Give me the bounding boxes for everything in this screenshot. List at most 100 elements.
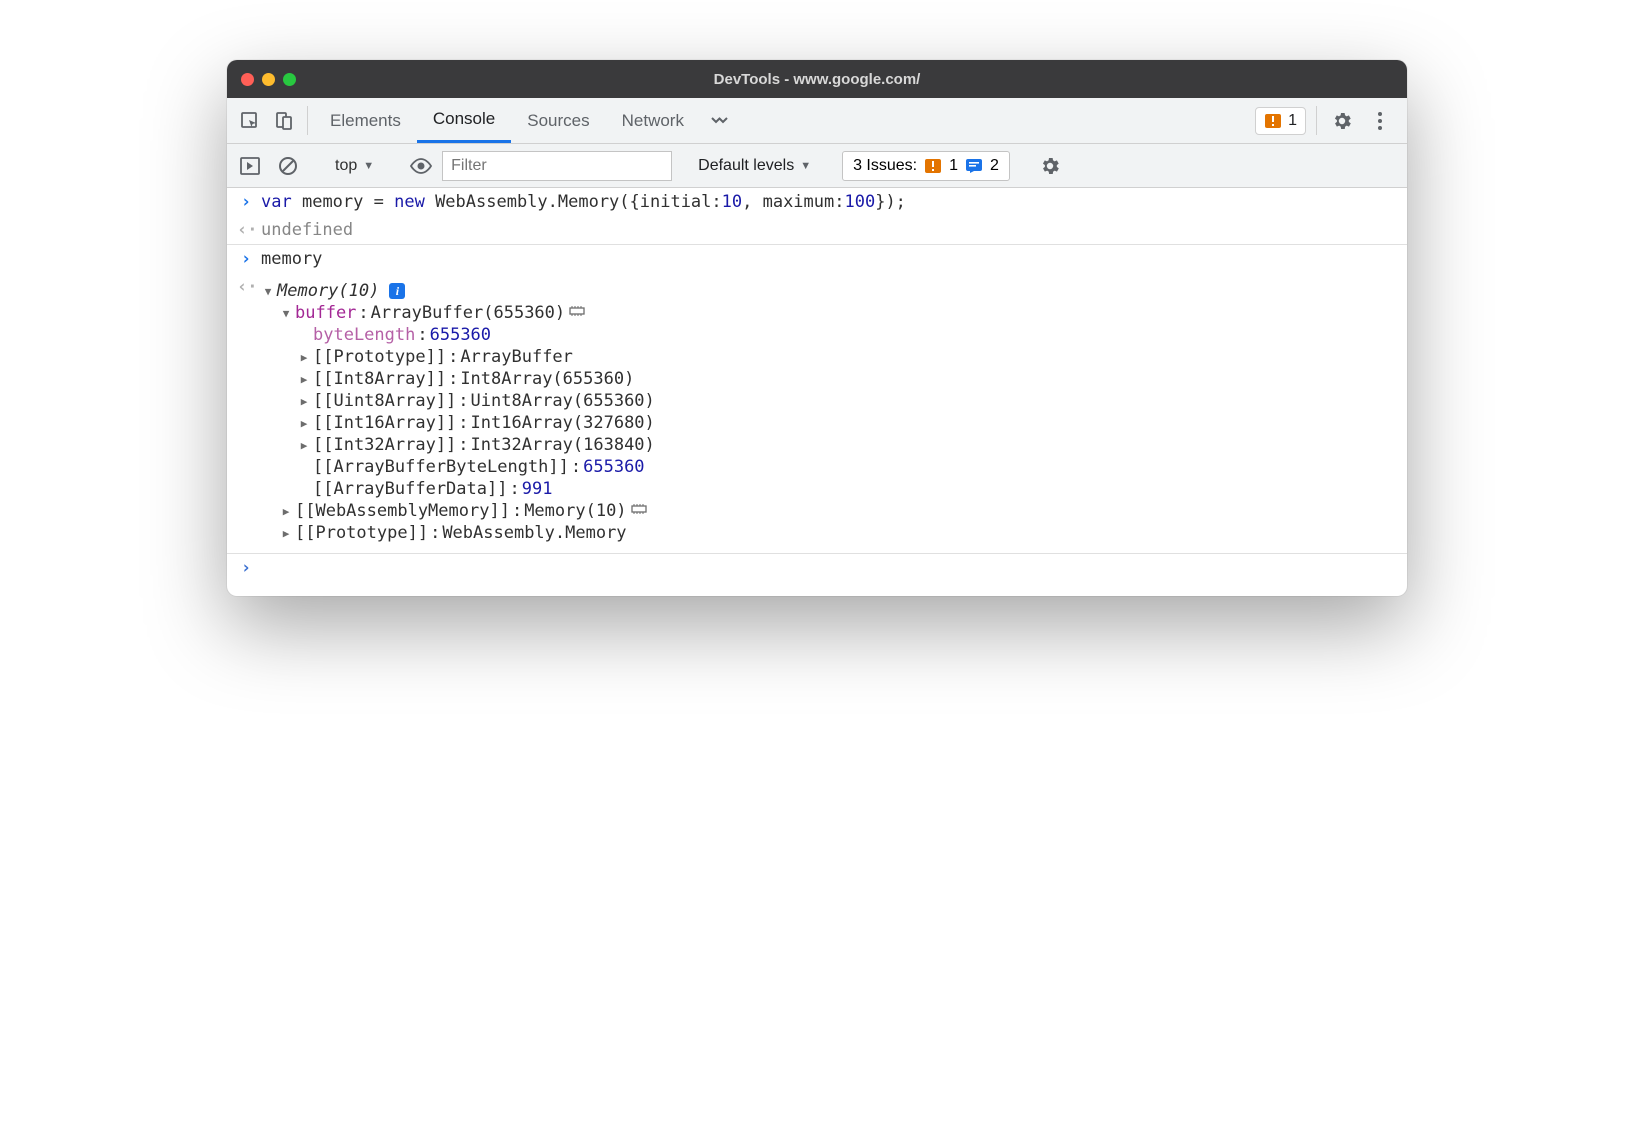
levels-label: Default levels bbox=[698, 157, 794, 175]
input-prompt-icon: › bbox=[237, 558, 255, 578]
property-key: [[Prototype]] bbox=[313, 347, 446, 367]
divider bbox=[1316, 106, 1317, 135]
property-key: [[Int32Array]] bbox=[313, 435, 456, 455]
close-button[interactable] bbox=[241, 73, 254, 86]
property-value: Uint8Array(655360) bbox=[471, 391, 655, 411]
object-property[interactable]: [[Int8Array]]: Int8Array(655360) bbox=[261, 369, 655, 389]
main-tabs-row: Elements Console Sources Network 1 bbox=[227, 98, 1407, 144]
expand-triangle-icon[interactable] bbox=[297, 395, 311, 408]
console-output-row: ‹⋅ Memory(10) i buffer: ArrayBuffer(6553… bbox=[227, 273, 1407, 554]
issues-label: 3 Issues: bbox=[853, 157, 917, 175]
property-value: WebAssembly.Memory bbox=[442, 523, 626, 543]
expand-triangle-icon[interactable] bbox=[297, 373, 311, 386]
console-settings-icon[interactable] bbox=[1031, 155, 1069, 177]
maximize-button[interactable] bbox=[283, 73, 296, 86]
output-arrow-icon: ‹⋅ bbox=[237, 220, 255, 240]
titlebar: DevTools - www.google.com/ bbox=[227, 60, 1407, 98]
property-key: [[ArrayBufferData]] bbox=[313, 479, 507, 499]
property-value: Memory(10) bbox=[524, 501, 626, 521]
memory-inspector-icon[interactable] bbox=[631, 503, 647, 519]
output-arrow-icon: ‹⋅ bbox=[237, 277, 255, 297]
warning-icon bbox=[925, 159, 941, 173]
expand-triangle-icon[interactable] bbox=[261, 285, 275, 298]
property-key: [[Uint8Array]] bbox=[313, 391, 456, 411]
console-input-row: › memory bbox=[227, 245, 1407, 273]
issues-warn-count: 1 bbox=[949, 157, 958, 175]
settings-icon[interactable] bbox=[1323, 98, 1361, 143]
property-value: 655360 bbox=[583, 457, 644, 477]
object-tree[interactable]: Memory(10) i buffer: ArrayBuffer(655360)… bbox=[261, 277, 655, 549]
console-code[interactable]: var memory = new WebAssembly.Memory({ini… bbox=[261, 192, 906, 212]
property-value: Int32Array(163840) bbox=[471, 435, 655, 455]
property-value: ArrayBuffer(655360) bbox=[371, 303, 565, 323]
filter-input[interactable] bbox=[442, 151, 672, 181]
object-property[interactable]: [[Prototype]]: ArrayBuffer bbox=[261, 347, 655, 367]
console-input-row: › var memory = new WebAssembly.Memory({i… bbox=[227, 188, 1407, 216]
chevron-down-icon: ▼ bbox=[363, 160, 374, 172]
object-property[interactable]: [[Prototype]]: WebAssembly.Memory bbox=[261, 523, 655, 543]
object-property[interactable]: [[Uint8Array]]: Uint8Array(655360) bbox=[261, 391, 655, 411]
tab-sources[interactable]: Sources bbox=[511, 98, 605, 143]
log-levels-selector[interactable]: Default levels ▼ bbox=[688, 151, 821, 181]
property-key: [[ArrayBufferByteLength]] bbox=[313, 457, 569, 477]
warnings-count: 1 bbox=[1288, 112, 1297, 130]
expand-triangle-icon[interactable] bbox=[297, 351, 311, 364]
tab-elements[interactable]: Elements bbox=[314, 98, 417, 143]
info-icon[interactable]: i bbox=[389, 283, 405, 299]
minimize-button[interactable] bbox=[262, 73, 275, 86]
more-tabs-icon[interactable] bbox=[700, 98, 738, 143]
expand-triangle-icon[interactable] bbox=[279, 307, 293, 320]
toggle-sidebar-icon[interactable] bbox=[233, 149, 267, 183]
property-key: [[WebAssemblyMemory]] bbox=[295, 501, 510, 521]
window-title: DevTools - www.google.com/ bbox=[227, 71, 1407, 88]
object-property[interactable]: buffer: ArrayBuffer(655360) bbox=[261, 303, 655, 323]
object-property[interactable]: [[WebAssemblyMemory]]: Memory(10) bbox=[261, 501, 655, 521]
property-key: buffer bbox=[295, 303, 356, 323]
more-options-icon[interactable] bbox=[1361, 98, 1399, 143]
console-output-row: ‹⋅ undefined bbox=[227, 216, 1407, 245]
memory-inspector-icon[interactable] bbox=[569, 305, 585, 321]
input-prompt-icon: › bbox=[237, 249, 255, 269]
warnings-badge[interactable]: 1 bbox=[1255, 107, 1306, 135]
console-prompt-row[interactable]: › bbox=[227, 554, 1407, 596]
context-label: top bbox=[335, 157, 357, 175]
clear-console-icon[interactable] bbox=[271, 149, 305, 183]
object-property[interactable]: byteLength: 655360 bbox=[261, 325, 655, 345]
console-body: › var memory = new WebAssembly.Memory({i… bbox=[227, 188, 1407, 596]
divider bbox=[307, 106, 308, 135]
chevron-down-icon: ▼ bbox=[800, 160, 811, 172]
live-expression-icon[interactable] bbox=[404, 158, 438, 174]
issues-info-count: 2 bbox=[990, 157, 999, 175]
object-property[interactable]: [[ArrayBufferByteLength]]: 655360 bbox=[261, 457, 655, 477]
object-name: Memory(10) bbox=[277, 281, 379, 301]
object-property[interactable]: [[ArrayBufferData]]: 991 bbox=[261, 479, 655, 499]
expand-triangle-icon[interactable] bbox=[297, 439, 311, 452]
issues-pill[interactable]: 3 Issues: 1 2 bbox=[842, 151, 1010, 181]
undefined-value: undefined bbox=[261, 220, 353, 240]
tab-network[interactable]: Network bbox=[606, 98, 700, 143]
console-toolbar: top ▼ Default levels ▼ 3 Issues: 1 2 bbox=[227, 144, 1407, 188]
property-value: 991 bbox=[522, 479, 553, 499]
object-property[interactable]: [[Int16Array]]: Int16Array(327680) bbox=[261, 413, 655, 433]
object-header[interactable]: Memory(10) i bbox=[261, 281, 655, 301]
inspect-element-icon[interactable] bbox=[233, 98, 267, 143]
device-toggle-icon[interactable] bbox=[267, 98, 301, 143]
tab-console[interactable]: Console bbox=[417, 98, 511, 143]
expand-triangle-icon[interactable] bbox=[279, 505, 293, 518]
property-value: ArrayBuffer bbox=[460, 347, 573, 367]
object-property[interactable]: [[Int32Array]]: Int32Array(163840) bbox=[261, 435, 655, 455]
context-selector[interactable]: top ▼ bbox=[326, 151, 383, 181]
property-value: Int16Array(327680) bbox=[471, 413, 655, 433]
devtools-window: DevTools - www.google.com/ Elements Cons… bbox=[227, 60, 1407, 596]
console-code[interactable]: memory bbox=[261, 249, 322, 269]
traffic-lights[interactable] bbox=[241, 73, 296, 86]
input-prompt-icon: › bbox=[237, 192, 255, 212]
property-key: byteLength bbox=[313, 325, 415, 345]
panel-tabs: Elements Console Sources Network bbox=[314, 98, 700, 143]
property-key: [[Int8Array]] bbox=[313, 369, 446, 389]
message-icon bbox=[966, 159, 982, 173]
expand-triangle-icon[interactable] bbox=[297, 417, 311, 430]
expand-triangle-icon[interactable] bbox=[279, 527, 293, 540]
property-key: [[Prototype]] bbox=[295, 523, 428, 543]
property-value: Int8Array(655360) bbox=[460, 369, 634, 389]
